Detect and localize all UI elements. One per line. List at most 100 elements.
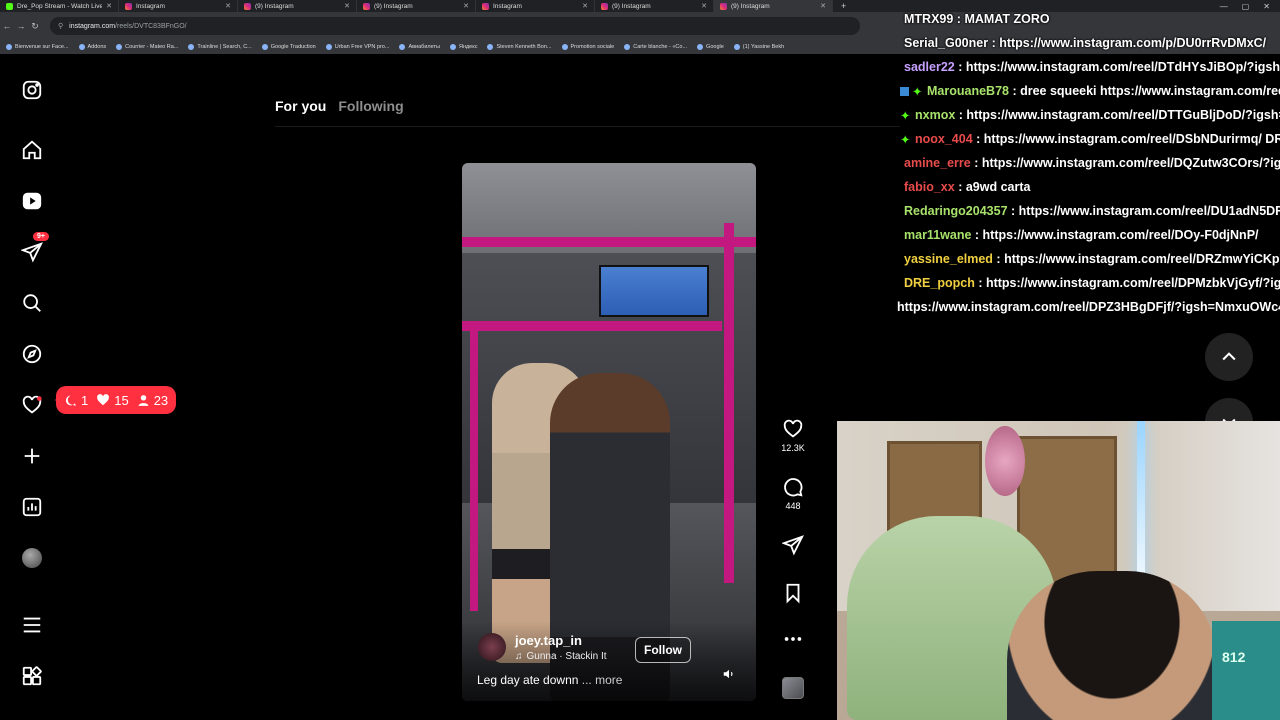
chat-text: https://www.instagram.com/reel/DRZmwYiCK…: [1004, 252, 1280, 266]
author-avatar[interactable]: [478, 633, 506, 661]
close-tab-icon[interactable]: ✕: [344, 2, 350, 10]
messages-icon[interactable]: 9+: [18, 232, 49, 266]
more-dots-icon[interactable]: [782, 628, 804, 650]
chat-username[interactable]: mar11wane: [904, 228, 971, 242]
chat-username[interactable]: Serial_G00ner: [904, 36, 988, 50]
site-info-icon[interactable]: ⚲: [58, 22, 63, 30]
maximize-icon[interactable]: ▢: [1242, 2, 1250, 11]
close-tab-icon[interactable]: ✕: [106, 2, 112, 10]
dashboard-icon[interactable]: [18, 493, 46, 521]
reels-icon[interactable]: [18, 187, 46, 215]
more-options[interactable]: [778, 628, 808, 650]
bookmark-favicon-icon: [561, 44, 568, 50]
bookmark-item[interactable]: Courrier - Mateo Ra...: [116, 44, 178, 50]
close-tab-icon[interactable]: ✕: [225, 2, 231, 10]
chat-username[interactable]: amine_erre: [904, 156, 971, 170]
bookmark-label: Promotion sociale: [570, 44, 615, 50]
forward-icon[interactable]: →: [14, 21, 28, 31]
follow-button[interactable]: Follow: [635, 637, 691, 663]
home-icon[interactable]: [18, 136, 46, 164]
close-window-icon[interactable]: ✕: [1263, 2, 1270, 11]
browser-tab[interactable]: (9) Instagram ✕: [238, 0, 357, 12]
address-bar[interactable]: ⚲ instagram.com/reels/DVTC83BFnGO/: [50, 17, 860, 35]
previous-reel-button[interactable]: [1205, 333, 1253, 381]
close-tab-icon[interactable]: ✕: [820, 2, 826, 10]
reload-icon[interactable]: ↻: [28, 21, 42, 32]
bookmark-label: Carte blanche - «Co...: [633, 44, 688, 50]
close-tab-icon[interactable]: ✕: [582, 2, 588, 10]
minimize-icon[interactable]: —: [1220, 2, 1228, 11]
chat-username[interactable]: DRE_popch: [904, 276, 975, 290]
chat-separator: :: [974, 276, 986, 290]
activity-notification-bubble[interactable]: 1 15 23: [54, 386, 177, 414]
bookmark-item[interactable]: Promotion sociale: [561, 44, 615, 50]
close-tab-icon[interactable]: ✕: [463, 2, 469, 10]
reel-username[interactable]: joey.tap_in: [515, 633, 582, 648]
chat-username[interactable]: MTRX99: [904, 12, 953, 26]
bookmark-item[interactable]: Авиабилеты: [399, 44, 440, 50]
bookmark-item[interactable]: (1) Yassine Bekh: [733, 44, 784, 50]
save-action[interactable]: [778, 582, 808, 604]
apps-grid-icon[interactable]: [18, 662, 46, 690]
video-frame-beam: [724, 223, 734, 583]
browser-tab[interactable]: (9) Instagram ✕: [595, 0, 714, 12]
chat-message: https://www.instagram.com/reel/DPZ3HBgDF…: [897, 300, 1280, 314]
browser-tab[interactable]: (9) Instagram ✕: [357, 0, 476, 12]
volume-icon[interactable]: [722, 667, 736, 681]
comment-action[interactable]: 448: [778, 476, 808, 511]
bookmark-item[interactable]: Bienvenue sur Face...: [6, 44, 69, 50]
bookmark-item[interactable]: Google Traduction: [261, 44, 316, 50]
heart-icon[interactable]: [782, 418, 804, 440]
tab-for-you[interactable]: For you: [275, 98, 326, 114]
share-action[interactable]: [778, 534, 808, 556]
bookmark-favicon-icon: [78, 44, 85, 50]
bookmark-item[interactable]: Carte blanche - «Co...: [624, 44, 687, 50]
chat-username[interactable]: MarouaneB78: [927, 84, 1009, 98]
chat-username[interactable]: nxmox: [915, 108, 955, 122]
bookmark-item[interactable]: Яндекс: [449, 44, 477, 50]
reel-caption[interactable]: Leg day ate downn ... more: [477, 673, 622, 687]
browser-tab-title: Instagram: [493, 2, 522, 10]
bookmark-item[interactable]: Trainline | Search, C...: [188, 44, 252, 50]
tab-following[interactable]: Following: [338, 98, 403, 114]
profile-avatar[interactable]: [18, 544, 46, 572]
bookmark-label: Google Traduction: [270, 44, 316, 50]
new-tab-icon[interactable]: +: [833, 1, 854, 11]
bookmark-item[interactable]: Addons: [78, 44, 106, 50]
like-action[interactable]: 12.3K: [778, 418, 808, 453]
reel-author[interactable]: [478, 633, 506, 661]
comment-icon[interactable]: [782, 476, 804, 498]
notifications-heart-icon[interactable]: [18, 391, 46, 419]
instagram-logo-icon[interactable]: [18, 76, 46, 104]
browser-tab[interactable]: (9) Instagram ✕: [714, 0, 833, 12]
bookmark-item[interactable]: Google: [697, 44, 724, 50]
audio-thumbnail[interactable]: [782, 677, 804, 699]
share-icon[interactable]: [782, 534, 804, 556]
back-icon[interactable]: ←: [0, 21, 14, 31]
browser-tab[interactable]: Dre_Pop Stream - Watch Live o ✕: [0, 0, 119, 12]
bookmark-icon[interactable]: [782, 582, 804, 604]
search-icon[interactable]: [18, 289, 46, 317]
chat-message: Serial_G00ner : https://www.instagram.co…: [904, 36, 1266, 50]
chat-message: MTRX99 : MAMAT ZORO: [904, 12, 1050, 26]
chat-message: fabio_xx : a9wd carta: [904, 180, 1030, 194]
chat-username[interactable]: fabio_xx: [904, 180, 955, 194]
caption-more[interactable]: ... more: [582, 673, 623, 687]
chat-username[interactable]: yassine_elmed: [904, 252, 993, 266]
chat-username[interactable]: sadler22: [904, 60, 955, 74]
close-tab-icon[interactable]: ✕: [701, 2, 707, 10]
bookmark-item[interactable]: Steven Kenneth Bon...: [487, 44, 552, 50]
browser-tab[interactable]: Instagram ✕: [119, 0, 238, 12]
reel-video[interactable]: joey.tap_in ♫ Gunna · Stackin It Follow …: [462, 163, 756, 701]
chat-username[interactable]: noox_404: [915, 132, 973, 146]
chat-separator: :: [970, 156, 982, 170]
chat-username[interactable]: Redaringo204357: [904, 204, 1008, 218]
chat-separator: :: [1008, 84, 1021, 98]
explore-icon[interactable]: [18, 340, 46, 368]
browser-tab[interactable]: Instagram ✕: [476, 0, 595, 12]
reel-music[interactable]: ♫ Gunna · Stackin It: [515, 651, 607, 662]
bookmark-item[interactable]: Urban Free VPN pro...: [325, 44, 389, 50]
menu-icon[interactable]: [18, 611, 46, 639]
chat-text: https://www.instagram.com/reel/DPZ3HBgDF…: [897, 300, 1280, 314]
create-plus-icon[interactable]: [18, 442, 46, 470]
